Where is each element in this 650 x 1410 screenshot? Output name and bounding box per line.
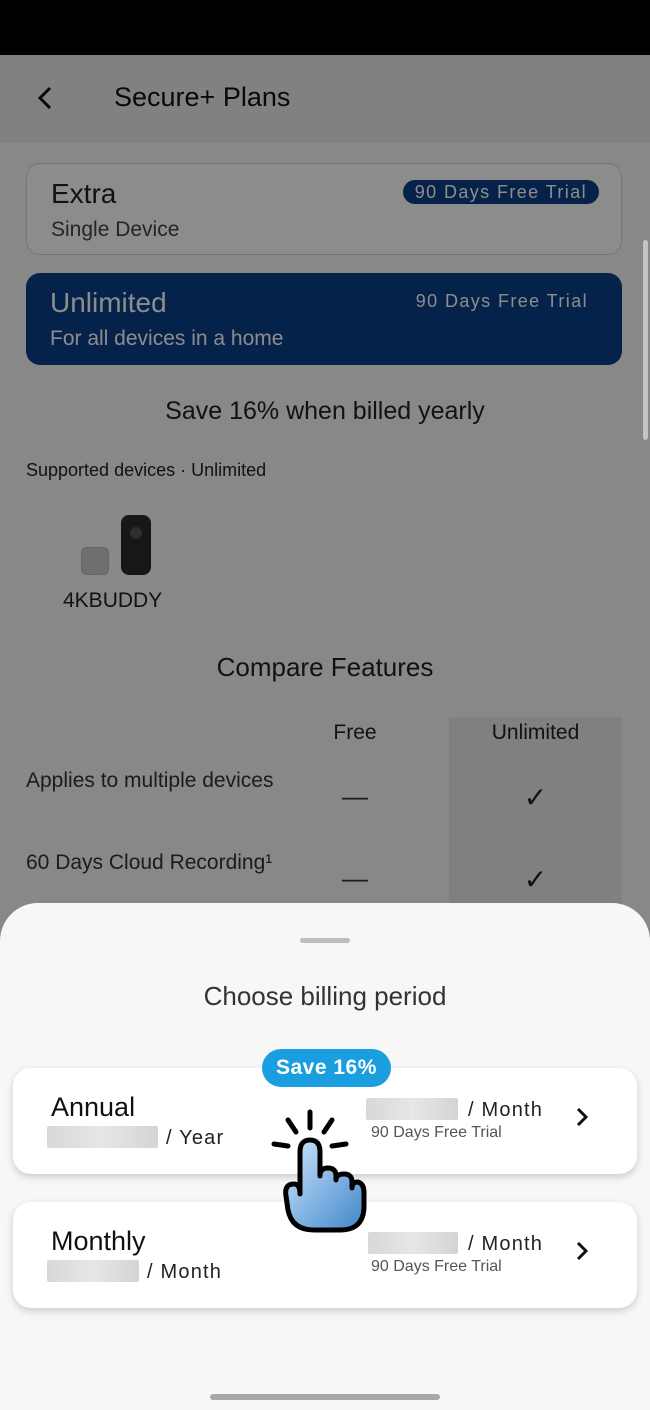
- price-period: / Year: [166, 1127, 225, 1149]
- save-badge: Save 16%: [262, 1049, 391, 1087]
- sheet-title: Choose billing period: [203, 981, 447, 1011]
- price-period: / Month: [468, 1233, 544, 1255]
- price-period: / Month: [468, 1099, 544, 1121]
- option-name: Annual: [51, 1092, 136, 1122]
- gesture-nav-bar[interactable]: [210, 1394, 440, 1400]
- price-period: / Month: [147, 1261, 223, 1283]
- chevron-right-icon: [575, 1238, 589, 1269]
- option-name: Monthly: [51, 1226, 146, 1256]
- price-placeholder: [366, 1098, 458, 1120]
- price-placeholder: [47, 1126, 158, 1148]
- tap-hand-icon: [268, 1106, 368, 1236]
- trial-text: 90 Days Free Trial: [371, 1124, 502, 1141]
- scrollbar: [643, 240, 648, 440]
- trial-text: 90 Days Free Trial: [371, 1258, 502, 1275]
- price-placeholder: [368, 1232, 458, 1254]
- sheet-drag-handle[interactable]: [300, 938, 350, 943]
- price-placeholder: [47, 1260, 139, 1282]
- chevron-right-icon: [575, 1104, 589, 1135]
